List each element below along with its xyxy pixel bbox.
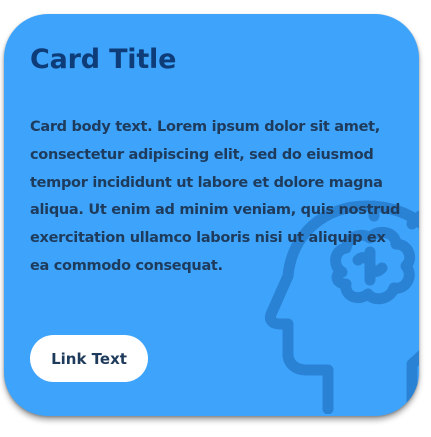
- card-title: Card Title: [30, 44, 177, 75]
- card-body-text: Card body text. Lorem ipsum dolor sit am…: [30, 119, 401, 274]
- link-button[interactable]: Link Text: [30, 335, 148, 382]
- card: Card Title Card body text. Lorem ipsum d…: [4, 14, 419, 416]
